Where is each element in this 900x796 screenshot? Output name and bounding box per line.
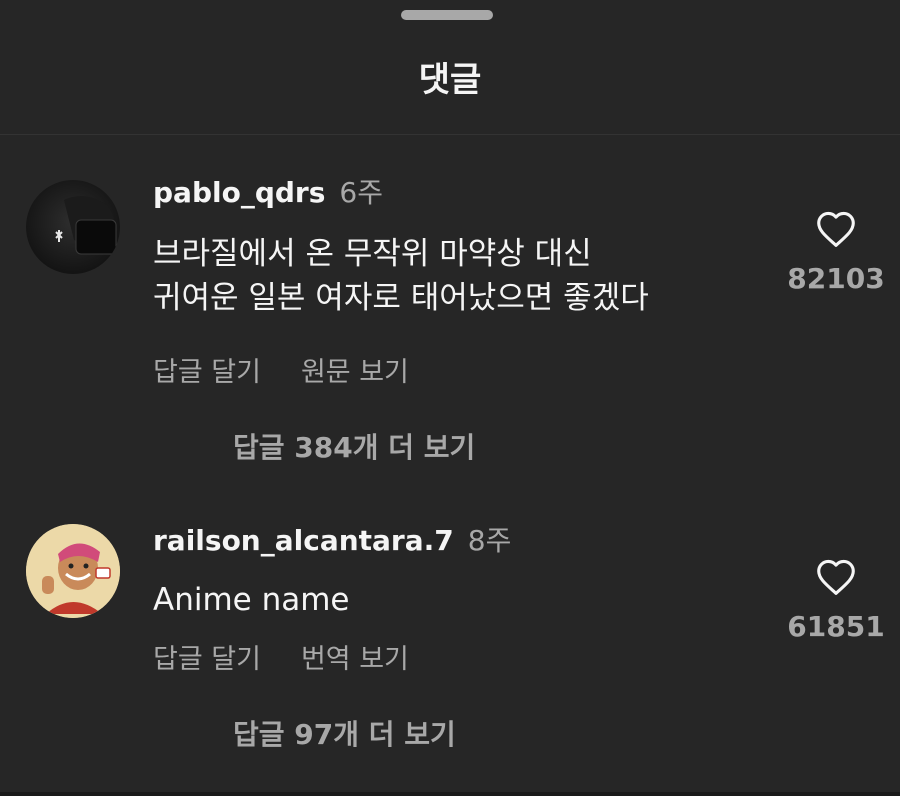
sheet-title: 댓글 <box>418 60 482 100</box>
comment-text-line: Anime name <box>153 582 350 618</box>
comment-time: 8주 <box>467 524 512 557</box>
avatar[interactable] <box>26 180 120 274</box>
heart-outline-icon[interactable] <box>815 558 857 596</box>
header-divider <box>0 134 900 135</box>
comment-meta: pablo_qdrs 6주 <box>153 175 383 211</box>
avatar-image <box>26 524 120 618</box>
username[interactable]: railson_alcantara.7 <box>153 524 454 557</box>
see-original-button[interactable]: 원문 보기 <box>301 357 409 388</box>
avatar[interactable] <box>26 524 120 618</box>
drag-handle[interactable] <box>401 10 493 20</box>
view-more-replies-button[interactable]: 답글 97개 더 보기 <box>233 717 456 753</box>
comment-text: 브라질에서 온 무작위 마약상 대신 귀여운 일본 여자로 태어났으면 좋겠다 <box>153 232 783 320</box>
like-count: 82103 <box>787 262 885 295</box>
comments-sheet: 댓글 pablo_qdrs 6주 브라질에서 온 무작위 마약상 대신 귀여운 … <box>0 0 900 796</box>
view-more-replies-button[interactable]: 답글 384개 더 보기 <box>233 430 475 466</box>
see-translation-button[interactable]: 번역 보기 <box>301 644 409 675</box>
heart-outline-icon[interactable] <box>815 210 857 248</box>
comment-text-line: 브라질에서 온 무작위 마약상 대신 <box>153 236 592 272</box>
comment-actions: 답글 달기 번역 보기 <box>153 642 409 678</box>
comment-actions: 답글 달기 원문 보기 <box>153 355 409 391</box>
username[interactable]: pablo_qdrs <box>153 176 325 209</box>
comment-time: 6주 <box>339 176 383 209</box>
bottom-edge <box>0 792 900 796</box>
comment-text-line: 귀여운 일본 여자로 태어났으면 좋겠다 <box>153 280 649 316</box>
like-count: 61851 <box>787 610 885 643</box>
reply-button[interactable]: 답글 달기 <box>153 357 261 388</box>
avatar-image <box>26 180 120 274</box>
reply-button[interactable]: 답글 달기 <box>153 644 261 675</box>
comment-meta: railson_alcantara.7 8주 <box>153 523 511 559</box>
like-block: 82103 <box>780 210 892 296</box>
like-block: 61851 <box>780 558 892 644</box>
comment-text: Anime name <box>153 578 783 622</box>
